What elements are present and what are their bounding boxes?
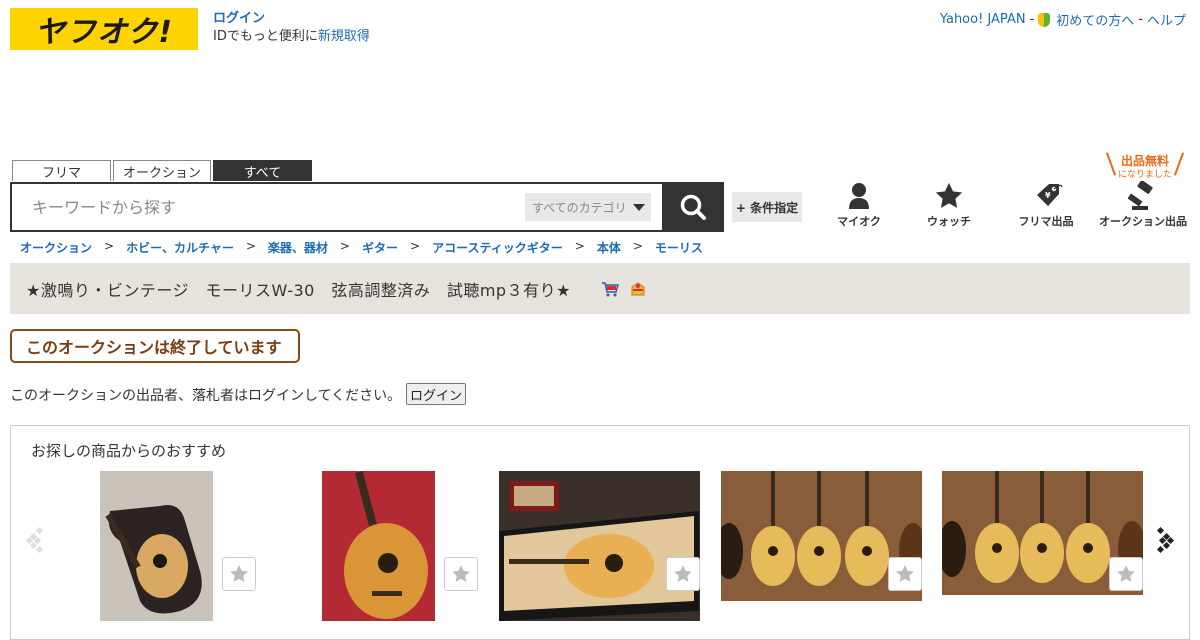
watch-star-button[interactable] xyxy=(888,557,922,591)
free-listing-badge: 出品無料 になりました xyxy=(1105,152,1185,180)
watch-button[interactable]: ウォッチ xyxy=(904,181,994,229)
guitar-in-case-photo xyxy=(100,471,213,621)
recommend-item-image[interactable] xyxy=(100,471,213,621)
breadcrumb-separator: > xyxy=(104,239,115,253)
separator: - xyxy=(1029,12,1035,27)
search-tabs: フリマ オークション すべて xyxy=(12,160,312,181)
breadcrumb-item[interactable]: アコースティックギター xyxy=(432,239,563,256)
recommend-item-image[interactable] xyxy=(499,471,700,621)
breadcrumb-item[interactable]: 本体 xyxy=(597,239,621,256)
watch-star-button[interactable] xyxy=(444,557,478,591)
price-tag-icon: ¥ xyxy=(1037,184,1063,206)
shopping-cart-icon xyxy=(601,281,619,296)
breadcrumb-item[interactable]: 楽器、器材 xyxy=(268,239,328,256)
free-badge-sub: になりました xyxy=(1117,170,1172,180)
watch-star-button[interactable] xyxy=(1109,557,1143,591)
search-button[interactable] xyxy=(662,182,724,232)
breadcrumb-item[interactable]: モーリス xyxy=(655,239,703,256)
star-icon xyxy=(896,565,914,582)
first-time-link[interactable]: 初めての方へ xyxy=(1056,10,1134,29)
star-icon xyxy=(935,182,963,208)
tab-auction[interactable]: オークション xyxy=(113,160,211,181)
svg-text:¥: ¥ xyxy=(1045,191,1051,200)
yahuoku-logo[interactable]: ヤフオク! xyxy=(10,8,198,50)
id-benefit-text: IDでもっと便利に xyxy=(213,29,318,44)
breadcrumb-separator: > xyxy=(339,239,350,253)
tab-all[interactable]: すべて xyxy=(213,160,312,181)
item-title-bar: ★激鳴り・ビンテージ モーリスW-30 弦高調整済み 試聴mp３有り★ xyxy=(10,263,1190,314)
category-select[interactable]: すべてのカテゴリ xyxy=(525,193,651,221)
star-icon xyxy=(1117,565,1135,582)
auction-ended-label: このオークションは終了しています xyxy=(10,329,300,363)
breadcrumb-item[interactable]: ホビー、カルチャー xyxy=(126,239,234,256)
beginner-mark-icon xyxy=(1038,12,1051,27)
breadcrumb-item[interactable]: ギター xyxy=(362,239,398,256)
dropdown-triangle-icon xyxy=(632,203,645,211)
breadcrumb-separator: > xyxy=(632,239,643,253)
recommendation-panel: お探しの商品からのおすすめ xyxy=(10,425,1190,640)
search-bar: すべてのカテゴリ xyxy=(10,182,724,232)
breadcrumb-item[interactable]: オークション xyxy=(20,239,92,256)
breadcrumb: オークション > ホビー、カルチャー > 楽器、器材 > ギター > アコーステ… xyxy=(20,239,703,256)
star-icon xyxy=(230,565,248,582)
breadcrumb-separator: > xyxy=(574,239,585,253)
myauc-label: マイオク xyxy=(837,215,881,228)
star-icon xyxy=(674,565,692,582)
guitar-on-red-carpet-photo xyxy=(322,471,435,621)
recommend-item-image[interactable] xyxy=(322,471,435,621)
yahoo-japan-link[interactable]: Yahoo! JAPAN xyxy=(940,12,1026,27)
login-block: ログイン IDでもっと便利に新規取得 xyxy=(213,10,370,46)
watch-star-button[interactable] xyxy=(666,557,700,591)
auction-sell-label: オークション出品 xyxy=(1099,215,1187,228)
myauc-button[interactable]: マイオク xyxy=(814,181,904,229)
item-title: ★激鳴り・ビンテージ モーリスW-30 弦高調整済み 試聴mp３有り★ xyxy=(26,280,571,300)
search-icon xyxy=(680,194,706,220)
carousel-next-icon[interactable] xyxy=(1155,526,1175,554)
login-notice: このオークションの出品者、落札者はログインしてください。 xyxy=(10,388,402,404)
star-icon xyxy=(452,565,470,582)
person-icon xyxy=(849,183,869,209)
recommendation-title: お探しの商品からのおすすめ xyxy=(31,442,227,460)
separator: - xyxy=(1138,12,1143,27)
breadcrumb-separator: > xyxy=(410,239,421,253)
watch-label: ウォッチ xyxy=(927,215,971,228)
help-link[interactable]: ヘルプ xyxy=(1147,10,1186,29)
login-link[interactable]: ログイン xyxy=(213,11,265,26)
logo-text: ヤフオク! xyxy=(34,15,174,50)
flea-sell-button[interactable]: ¥ フリマ出品 xyxy=(1001,181,1091,229)
auction-sell-button[interactable]: オークション出品 xyxy=(1098,181,1188,229)
signup-link[interactable]: 新規取得 xyxy=(318,29,370,44)
watch-star-button[interactable] xyxy=(222,557,256,591)
guitar-in-hardcase-photo xyxy=(499,471,700,621)
condition-button[interactable]: + 条件指定 xyxy=(732,192,802,222)
gavel-icon xyxy=(1128,181,1153,210)
category-label: すべてのカテゴリ xyxy=(532,200,627,215)
top-links: Yahoo! JAPAN - 初めての方へ - ヘルプ xyxy=(940,10,1186,29)
gift-icon xyxy=(631,281,645,295)
flea-sell-label: フリマ出品 xyxy=(1018,215,1074,228)
tab-flea[interactable]: フリマ xyxy=(12,160,111,181)
breadcrumb-separator: > xyxy=(245,239,256,253)
carousel-prev-icon[interactable] xyxy=(25,526,45,554)
notice-login-button[interactable]: ログイン xyxy=(406,383,466,405)
